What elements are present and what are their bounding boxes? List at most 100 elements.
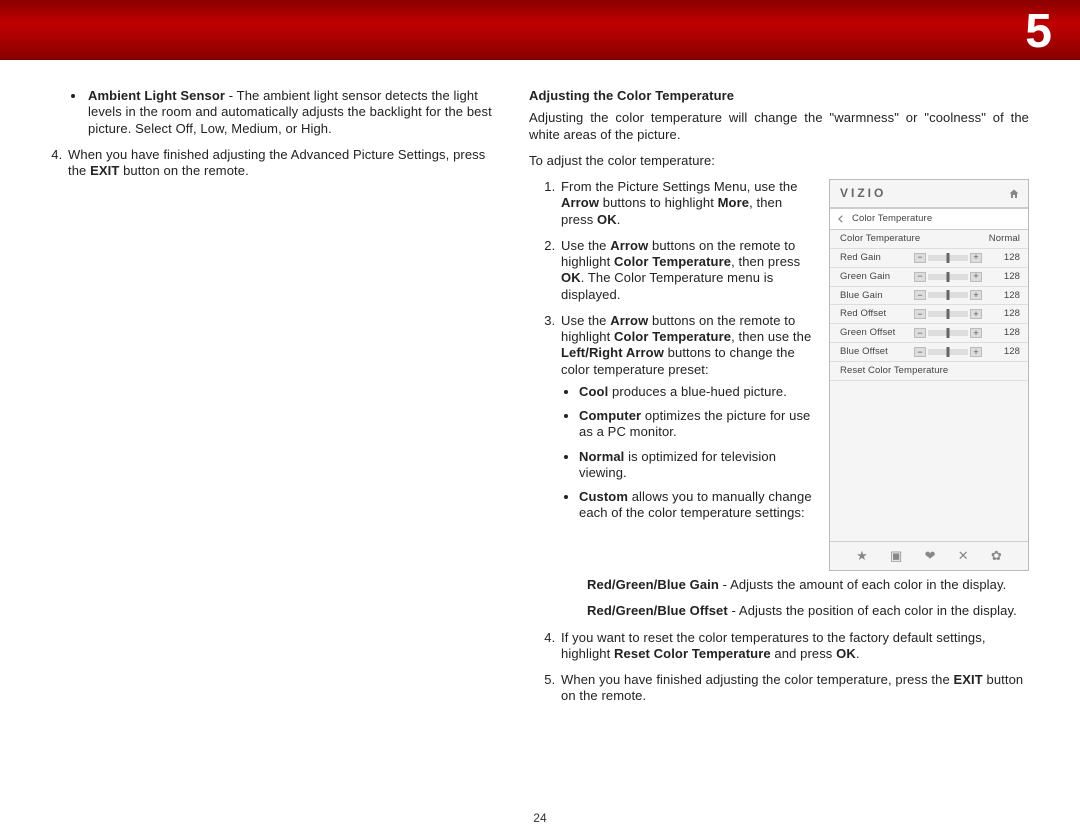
slider-knob[interactable] <box>947 290 950 300</box>
step-2: Use the Arrow buttons on the remote to h… <box>559 238 815 303</box>
osd-row-selected[interactable]: Color Temperature Normal <box>830 230 1028 249</box>
slider-track[interactable] <box>928 292 968 298</box>
home-icon <box>1008 188 1020 200</box>
offset-t: - Adjusts the position of each color in … <box>728 603 1017 618</box>
slider-knob[interactable] <box>947 253 950 263</box>
red-gain-val: 128 <box>986 252 1020 264</box>
star-icon[interactable]: ★ <box>856 548 868 564</box>
s1a: From the Picture Settings Menu, use the <box>561 179 798 194</box>
right-numbered-list: From the Picture Settings Menu, use the … <box>529 179 815 532</box>
blue-gain-label: Blue Gain <box>840 290 910 302</box>
osd-header: VIZIO <box>830 180 1028 207</box>
minus-icon[interactable]: − <box>914 309 926 319</box>
step-1: From the Picture Settings Menu, use the … <box>559 179 815 228</box>
plus-icon[interactable]: + <box>970 290 982 300</box>
pip-icon[interactable]: ▣ <box>890 548 902 564</box>
osd-brand: VIZIO <box>840 186 886 201</box>
osd-row-reset[interactable]: Reset Color Temperature <box>830 362 1028 381</box>
plus-icon[interactable]: + <box>970 253 982 263</box>
osd-row-blue-gain[interactable]: Blue Gain −+ 128 <box>830 287 1028 306</box>
wide-icon[interactable]: ❤ <box>925 548 936 564</box>
slider-knob[interactable] <box>947 309 950 319</box>
plus-icon[interactable]: + <box>970 328 982 338</box>
right-column: Adjusting the Color Temperature Adjustin… <box>529 88 1029 715</box>
minus-icon[interactable]: − <box>914 272 926 282</box>
gear-icon[interactable]: ✿ <box>991 548 1002 564</box>
osd-row-red-offset[interactable]: Red Offset −+ 128 <box>830 305 1028 324</box>
lead-para: To adjust the color temperature: <box>529 153 1029 169</box>
osd-footer: ★ ▣ ❤ ✕ ✿ <box>830 541 1028 570</box>
s5-exit: EXIT <box>954 672 983 687</box>
step-4: If you want to reset the color temperatu… <box>559 630 1029 663</box>
minus-icon[interactable]: − <box>914 290 926 300</box>
page-number: 24 <box>533 811 547 826</box>
slider-track[interactable] <box>928 274 968 280</box>
minus-icon[interactable]: − <box>914 253 926 263</box>
green-off-val: 128 <box>986 327 1020 339</box>
s1d: . <box>617 212 621 227</box>
left-numbered-list: When you have finished adjusting the Adv… <box>36 147 501 180</box>
plus-icon[interactable]: + <box>970 272 982 282</box>
close-icon[interactable]: ✕ <box>958 548 969 564</box>
osd-breadcrumb[interactable]: Color Temperature <box>830 208 1028 230</box>
osd-row-red-gain[interactable]: Red Gain −+ 128 <box>830 249 1028 268</box>
s2a: Use the <box>561 238 610 253</box>
preset-normal: Normal is optimized for television viewi… <box>579 449 815 482</box>
slider-track[interactable] <box>928 311 968 317</box>
s2-ct: Color Temperature <box>614 254 731 269</box>
s1-ok: OK <box>597 212 617 227</box>
plus-icon[interactable]: + <box>970 347 982 357</box>
slider[interactable]: −+ <box>914 328 982 338</box>
custom-b: Custom <box>579 489 628 504</box>
ambient-light-bullet: Ambient Light Sensor - The ambient light… <box>86 88 501 137</box>
back-icon <box>836 214 846 224</box>
slider-knob[interactable] <box>947 272 950 282</box>
s3a: Use the <box>561 313 610 328</box>
minus-icon[interactable]: − <box>914 328 926 338</box>
s2c: , then press <box>731 254 800 269</box>
osd-row-green-offset[interactable]: Green Offset −+ 128 <box>830 324 1028 343</box>
left-step-4: When you have finished adjusting the Adv… <box>66 147 501 180</box>
slider-track[interactable] <box>928 330 968 336</box>
red-gain-label: Red Gain <box>840 252 910 264</box>
red-off-label: Red Offset <box>840 308 910 320</box>
slider[interactable]: −+ <box>914 253 982 263</box>
slider-track[interactable] <box>928 349 968 355</box>
slider[interactable]: −+ <box>914 347 982 357</box>
step-5: When you have finished adjusting the col… <box>559 672 1029 705</box>
left-bullet-list: Ambient Light Sensor - The ambient light… <box>56 88 501 137</box>
s3-lr: Left/Right Arrow <box>561 345 664 360</box>
s2-arrow: Arrow <box>610 238 648 253</box>
osd-row-blue-offset[interactable]: Blue Offset −+ 128 <box>830 343 1028 362</box>
s4b: and press <box>771 646 836 661</box>
preset-list: Cool produces a blue-hued picture. Compu… <box>561 384 815 522</box>
osd-selected-value: Normal <box>989 233 1020 245</box>
slider[interactable]: −+ <box>914 290 982 300</box>
slider-knob[interactable] <box>947 328 950 338</box>
s3-arrow: Arrow <box>610 313 648 328</box>
s2d: . The Color Temperature menu is displaye… <box>561 270 773 301</box>
green-off-label: Green Offset <box>840 327 910 339</box>
osd-row-green-gain[interactable]: Green Gain −+ 128 <box>830 268 1028 287</box>
right-numbered-list-cont: If you want to reset the color temperatu… <box>529 630 1029 705</box>
minus-icon[interactable]: − <box>914 347 926 357</box>
offset-b: Red/Green/Blue Offset <box>587 603 728 618</box>
slider-track[interactable] <box>928 255 968 261</box>
blue-off-label: Blue Offset <box>840 346 910 358</box>
plus-icon[interactable]: + <box>970 309 982 319</box>
slider[interactable]: −+ <box>914 309 982 319</box>
s1b: buttons to highlight <box>599 195 718 210</box>
blue-off-val: 128 <box>986 346 1020 358</box>
chapter-band: 5 <box>0 0 1080 60</box>
osd-spacer <box>830 381 1028 541</box>
step-3: Use the Arrow buttons on the remote to h… <box>559 313 815 522</box>
computer-b: Computer <box>579 408 641 423</box>
slider-knob[interactable] <box>947 347 950 357</box>
s3-ct: Color Temperature <box>614 329 731 344</box>
steps-and-osd: From the Picture Settings Menu, use the … <box>529 179 1029 571</box>
osd-reset-label: Reset Color Temperature <box>840 365 948 377</box>
osd-crumb-text: Color Temperature <box>852 213 932 225</box>
preset-custom: Custom allows you to manually change eac… <box>579 489 815 522</box>
page: 5 Ambient Light Sensor - The ambient lig… <box>0 0 1080 834</box>
slider[interactable]: −+ <box>914 272 982 282</box>
